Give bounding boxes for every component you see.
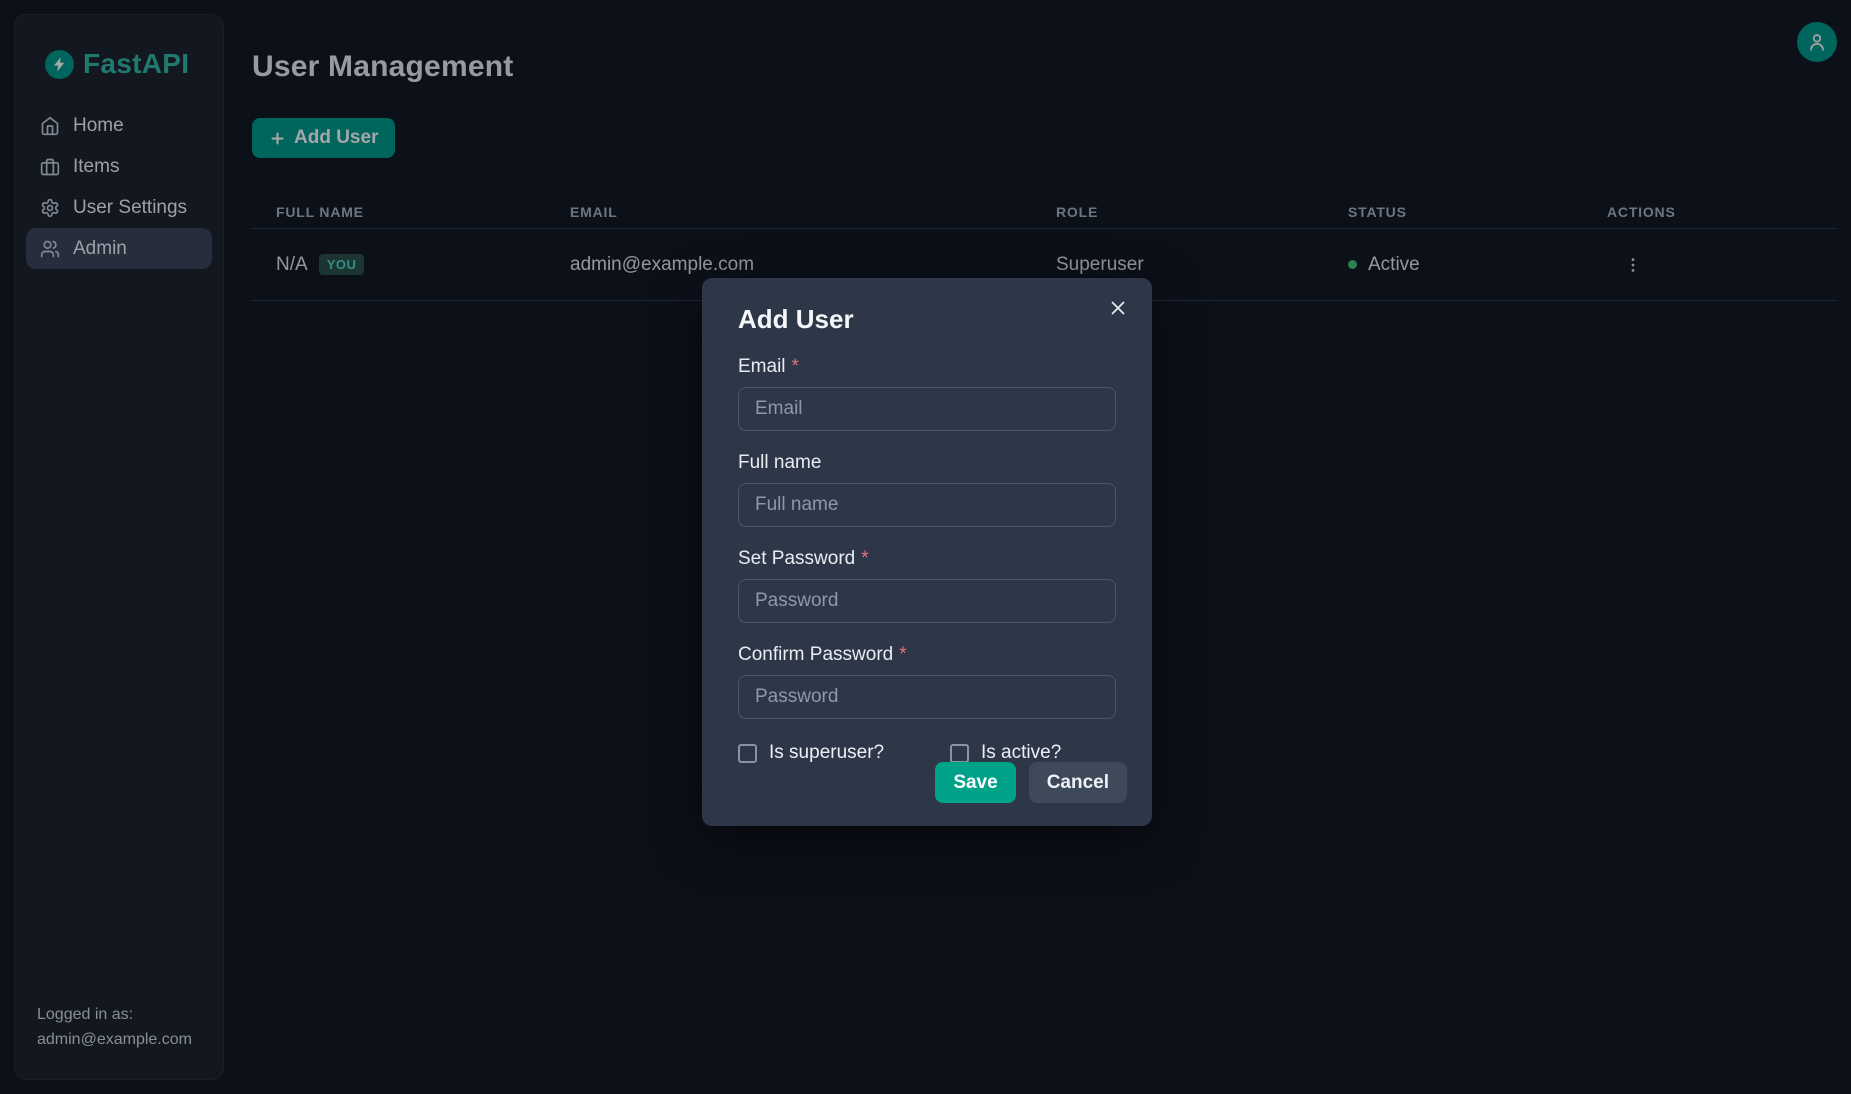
is-active-label: Is active? <box>981 742 1061 764</box>
set-password-field[interactable] <box>738 579 1116 623</box>
is-active-group: Is active? <box>950 742 1061 764</box>
add-user-modal: Add User Email* Full name Set Password* … <box>702 278 1152 826</box>
modal-checkbox-row: Is superuser? Is active? <box>738 742 1116 764</box>
is-superuser-checkbox[interactable] <box>738 744 757 763</box>
modal-title: Add User <box>738 304 1116 335</box>
full-name-field-group: Full name <box>738 452 1116 527</box>
full-name-label: Full name <box>738 452 1116 474</box>
required-asterisk: * <box>861 548 868 569</box>
email-label: Email* <box>738 356 1116 378</box>
required-asterisk: * <box>792 356 799 377</box>
is-active-checkbox[interactable] <box>950 744 969 763</box>
is-superuser-group: Is superuser? <box>738 742 950 764</box>
close-icon[interactable] <box>1102 292 1134 324</box>
cancel-button[interactable]: Cancel <box>1029 762 1127 803</box>
set-password-field-group: Set Password* <box>738 548 1116 623</box>
save-button[interactable]: Save <box>935 762 1015 803</box>
modal-footer: Save Cancel <box>935 762 1127 803</box>
email-field-group: Email* <box>738 356 1116 431</box>
full-name-field[interactable] <box>738 483 1116 527</box>
email-field[interactable] <box>738 387 1116 431</box>
set-password-label: Set Password* <box>738 548 1116 570</box>
confirm-password-field-group: Confirm Password* <box>738 644 1116 719</box>
confirm-password-label: Confirm Password* <box>738 644 1116 666</box>
confirm-password-field[interactable] <box>738 675 1116 719</box>
is-superuser-label: Is superuser? <box>769 742 884 764</box>
required-asterisk: * <box>899 644 906 665</box>
app-root: FastAPI Home Items User Settings <box>0 0 1851 1094</box>
